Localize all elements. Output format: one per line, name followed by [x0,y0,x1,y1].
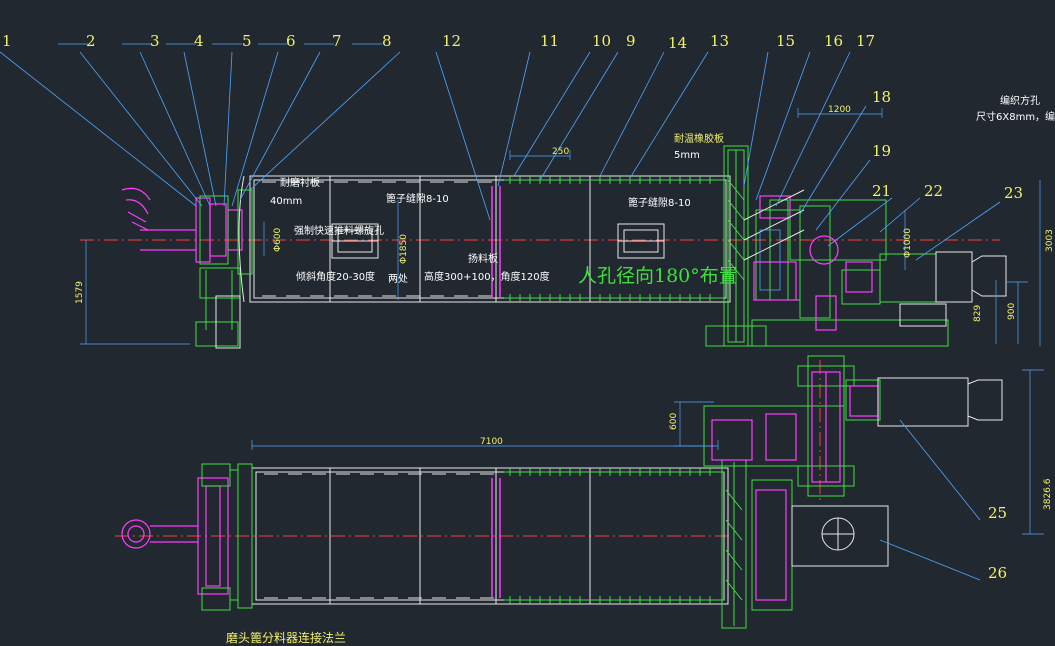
note-lining-thk: 40mm [270,196,302,207]
callout-6: 6 [286,32,296,50]
dimension-lines [80,108,1044,535]
dim-250: 250 [552,147,569,157]
callout-7: 7 [332,32,342,50]
discharge-end-top [705,145,1007,347]
callout-9: 9 [626,32,636,50]
callout-19: 19 [872,142,891,160]
note-lifter-spec: 高度300+100，角度120度 [424,270,550,283]
callout-14: 14 [668,34,687,52]
callout-17: 17 [856,32,875,50]
callout-16: 16 [824,32,843,50]
callout-15: 15 [776,32,795,50]
dim-1579: 1579 [75,281,85,304]
callout-11: 11 [540,32,559,50]
dim-7100: 7100 [480,437,503,447]
callout-10: 10 [592,32,611,50]
callout-26: 26 [988,564,1007,582]
dim-1200: 1200 [828,105,851,115]
callout-4: 4 [194,32,204,50]
note-mesh: 编织方孔 [1000,94,1040,107]
note-lining: 耐磨衬板 [280,176,320,189]
note-feed-angle: 倾斜角度20-30度 [296,270,375,283]
dimension-text: Φ600 Φ1850 Φ1000 250 1200 7100 1579 829 … [75,105,1055,510]
dim-d1850: Φ1850 [399,234,409,264]
callout-13: 13 [710,32,729,50]
note-rubber: 耐温橡胶板 [674,132,724,145]
callout-3: 3 [150,32,160,50]
callout-23: 23 [1004,184,1023,202]
callout-12: 12 [442,32,461,50]
dim-900: 900 [1007,303,1017,320]
dim-3003: 3003 [1045,229,1055,252]
callout-1: 1 [2,32,12,50]
callout-25: 25 [988,504,1007,522]
note-mesh-spec: 尺寸6X8mm，编丝 [976,110,1055,123]
dim-600: 600 [669,413,679,430]
note-manhole: 人孔径向180°布置 [578,265,738,287]
callout-numbers: 1 2 3 4 5 6 7 8 12 11 10 9 14 13 15 16 1… [2,32,1023,582]
feed-end-plan [121,463,253,611]
dim-829: 829 [973,305,983,322]
dim-3826: 3826.6 [1043,478,1053,510]
note-grate-1: 篦子缝隙8-10 [386,192,449,205]
dim-d600: Φ600 [273,227,283,252]
note-lifter: 扬料板 [468,252,498,265]
callout-22: 22 [924,182,943,200]
note-grate-2: 篦子缝隙8-10 [628,196,691,209]
note-feed-hole: 强制快速推料螺旋孔 [294,224,384,237]
note-rubber-thk: 5mm [674,150,700,161]
callout-18: 18 [872,88,891,106]
callout-8: 8 [382,32,392,50]
centerlines [80,239,1000,537]
note-two-places: 两处 [388,273,408,285]
footer-title: 磨头篦分料器连接法兰 [226,630,346,645]
cad-drawing: 1 2 3 4 5 6 7 8 12 11 10 9 14 13 15 16 1… [0,32,1055,645]
callout-2: 2 [86,32,96,50]
dim-d1000: Φ1000 [903,228,913,258]
callout-21: 21 [872,182,891,200]
feed-end-top [121,175,253,349]
callout-5: 5 [242,32,252,50]
